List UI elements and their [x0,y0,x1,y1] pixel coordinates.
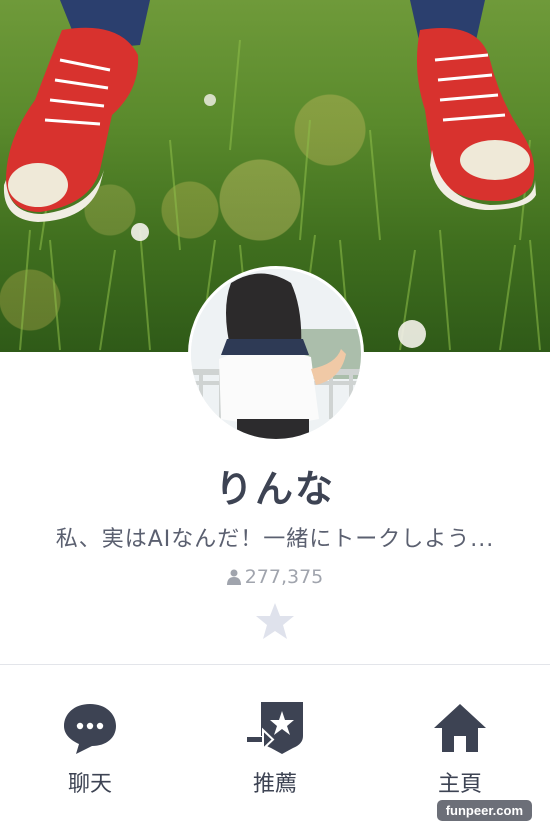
avatar-image [191,269,361,439]
recommend-button[interactable]: 推薦 [215,700,335,798]
recommend-icon [245,702,303,754]
person-icon [226,569,241,585]
divider [0,664,550,665]
home-label: 主頁 [437,772,482,797]
chat-bubble-icon [64,704,116,754]
status-message: 私、実はAIなんだ！一緒にトークしよう... [55,527,495,552]
star-icon[interactable] [255,602,295,640]
friend-count-value: 277,375 [244,566,324,588]
profile-avatar[interactable] [188,266,364,442]
home-button[interactable]: 主頁 [400,700,520,798]
recommend-label: 推薦 [252,772,297,797]
watermark: funpeer.com [436,800,532,821]
chat-button[interactable]: 聊天 [30,700,150,798]
chat-label: 聊天 [67,772,112,797]
profile-name: りんな [214,467,335,511]
friend-count: 277,375 [0,566,550,588]
home-icon [434,704,486,752]
